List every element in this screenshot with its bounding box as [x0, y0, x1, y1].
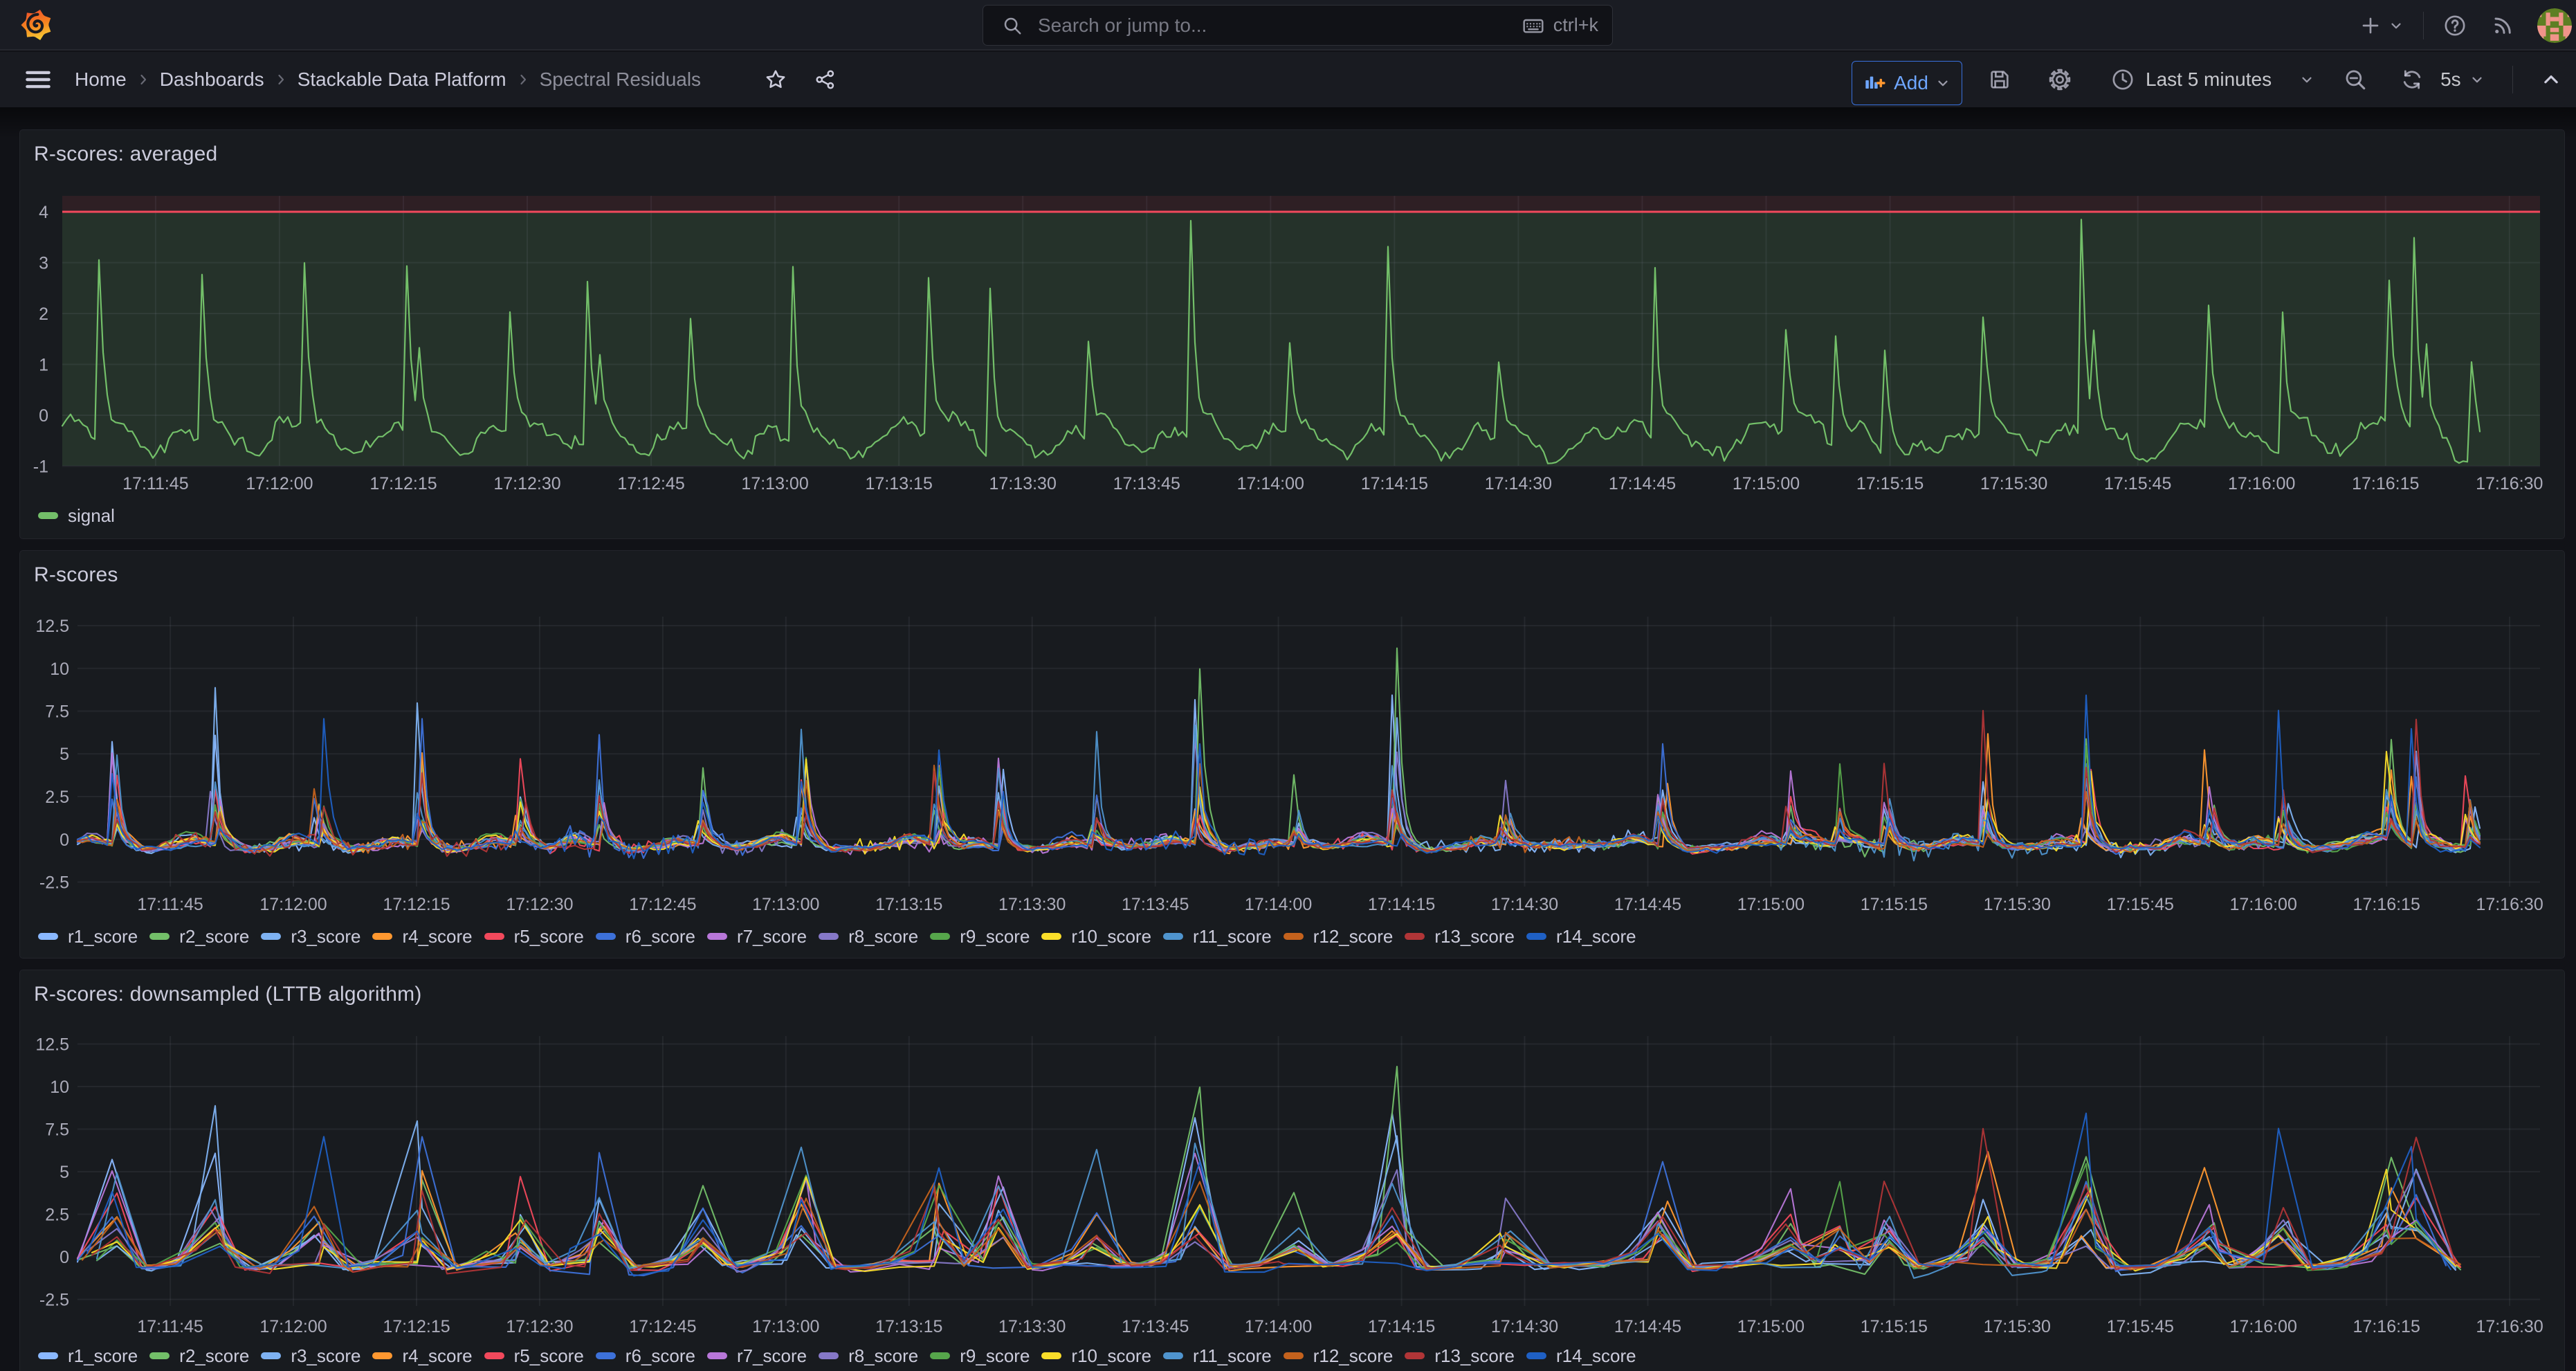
- svg-text:17:14:30: 17:14:30: [1491, 1317, 1558, 1336]
- svg-text:17:13:30: 17:13:30: [989, 474, 1057, 493]
- svg-text:17:15:15: 17:15:15: [1861, 1317, 1928, 1336]
- svg-text:17:15:45: 17:15:45: [2107, 895, 2174, 914]
- svg-text:17:14:15: 17:14:15: [1361, 474, 1428, 493]
- svg-text:17:14:45: 17:14:45: [1614, 895, 1681, 914]
- svg-text:7.5: 7.5: [45, 1120, 69, 1140]
- svg-text:0: 0: [60, 830, 69, 850]
- svg-text:17:12:30: 17:12:30: [506, 1317, 573, 1336]
- svg-text:17:14:30: 17:14:30: [1491, 895, 1558, 914]
- svg-text:17:14:15: 17:14:15: [1368, 1317, 1435, 1336]
- svg-text:17:14:15: 17:14:15: [1368, 895, 1435, 914]
- svg-text:0: 0: [39, 406, 48, 426]
- svg-text:-2.5: -2.5: [39, 1291, 69, 1310]
- svg-text:17:16:15: 17:16:15: [2353, 1317, 2420, 1336]
- svg-text:17:12:15: 17:12:15: [383, 895, 450, 914]
- svg-text:17:16:30: 17:16:30: [2476, 895, 2543, 914]
- svg-text:2: 2: [39, 305, 48, 324]
- svg-text:10: 10: [50, 1078, 69, 1097]
- svg-text:17:12:45: 17:12:45: [629, 1317, 696, 1336]
- svg-text:5: 5: [60, 745, 69, 764]
- svg-text:17:12:00: 17:12:00: [246, 474, 313, 493]
- svg-text:17:15:30: 17:15:30: [1984, 1317, 2051, 1336]
- svg-text:17:14:45: 17:14:45: [1609, 474, 1676, 493]
- svg-text:17:15:00: 17:15:00: [1737, 895, 1805, 914]
- svg-text:17:13:30: 17:13:30: [998, 1317, 1066, 1336]
- svg-text:7.5: 7.5: [45, 702, 69, 722]
- svg-text:4: 4: [39, 203, 48, 222]
- svg-text:17:14:00: 17:14:00: [1245, 895, 1312, 914]
- svg-text:17:13:45: 17:13:45: [1113, 474, 1180, 493]
- svg-text:17:15:15: 17:15:15: [1856, 474, 1924, 493]
- svg-text:17:11:45: 17:11:45: [122, 474, 188, 493]
- svg-text:17:14:00: 17:14:00: [1237, 474, 1304, 493]
- svg-text:5: 5: [60, 1163, 69, 1182]
- svg-text:17:12:30: 17:12:30: [506, 895, 573, 914]
- svg-text:-2.5: -2.5: [39, 873, 69, 893]
- svg-text:17:12:45: 17:12:45: [629, 895, 696, 914]
- svg-text:10: 10: [50, 660, 69, 679]
- svg-text:17:15:15: 17:15:15: [1861, 895, 1928, 914]
- svg-text:17:16:30: 17:16:30: [2476, 474, 2543, 493]
- svg-text:-1: -1: [33, 457, 48, 477]
- svg-text:17:16:30: 17:16:30: [2476, 1317, 2543, 1336]
- svg-text:17:13:00: 17:13:00: [752, 895, 819, 914]
- svg-text:17:13:15: 17:13:15: [875, 895, 942, 914]
- svg-text:2.5: 2.5: [45, 1206, 69, 1225]
- svg-text:0: 0: [60, 1248, 69, 1267]
- svg-text:17:16:15: 17:16:15: [2353, 895, 2420, 914]
- svg-text:17:16:15: 17:16:15: [2352, 474, 2419, 493]
- svg-text:17:16:00: 17:16:00: [2230, 895, 2297, 914]
- svg-text:12.5: 12.5: [35, 1035, 69, 1055]
- svg-text:17:15:00: 17:15:00: [1733, 474, 1800, 493]
- svg-text:17:15:30: 17:15:30: [1980, 474, 2047, 493]
- svg-text:17:12:15: 17:12:15: [369, 474, 437, 493]
- svg-text:12.5: 12.5: [35, 617, 69, 636]
- svg-text:17:16:00: 17:16:00: [2228, 474, 2295, 493]
- svg-text:17:14:00: 17:14:00: [1245, 1317, 1312, 1336]
- svg-text:17:13:30: 17:13:30: [998, 895, 1066, 914]
- svg-text:17:11:45: 17:11:45: [137, 895, 203, 914]
- svg-text:17:12:00: 17:12:00: [259, 895, 327, 914]
- svg-text:17:12:15: 17:12:15: [383, 1317, 450, 1336]
- svg-text:17:15:45: 17:15:45: [2107, 1317, 2174, 1336]
- svg-text:17:11:45: 17:11:45: [137, 1317, 203, 1336]
- svg-text:17:13:15: 17:13:15: [875, 1317, 942, 1336]
- svg-text:17:14:30: 17:14:30: [1485, 474, 1552, 493]
- svg-text:17:15:30: 17:15:30: [1984, 895, 2051, 914]
- svg-text:17:15:45: 17:15:45: [2104, 474, 2171, 493]
- svg-text:17:12:00: 17:12:00: [259, 1317, 327, 1336]
- svg-text:17:12:30: 17:12:30: [493, 474, 560, 493]
- svg-text:17:14:45: 17:14:45: [1614, 1317, 1681, 1336]
- svg-text:17:13:15: 17:13:15: [866, 474, 933, 493]
- svg-text:17:16:00: 17:16:00: [2230, 1317, 2297, 1336]
- svg-text:17:13:00: 17:13:00: [741, 474, 808, 493]
- svg-text:3: 3: [39, 254, 48, 273]
- svg-text:17:12:45: 17:12:45: [617, 474, 684, 493]
- svg-text:17:13:45: 17:13:45: [1122, 895, 1189, 914]
- svg-text:17:13:00: 17:13:00: [752, 1317, 819, 1336]
- svg-text:17:13:45: 17:13:45: [1122, 1317, 1189, 1336]
- svg-text:17:15:00: 17:15:00: [1737, 1317, 1805, 1336]
- svg-text:2.5: 2.5: [45, 788, 69, 807]
- svg-text:1: 1: [39, 356, 48, 375]
